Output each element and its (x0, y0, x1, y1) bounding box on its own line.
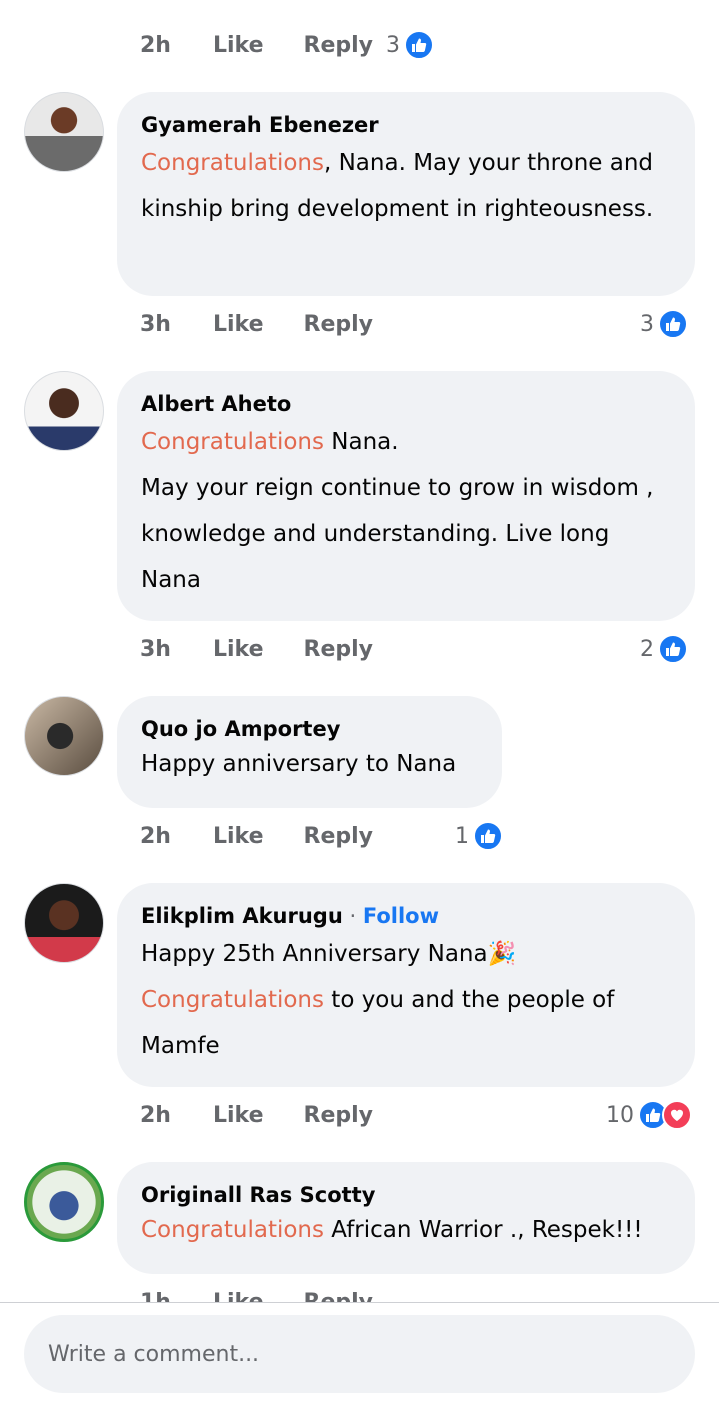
reaction-summary[interactable]: 1 (455, 820, 503, 852)
like-icon (404, 30, 434, 60)
commenter-name[interactable]: Quo jo Amportey (141, 714, 478, 744)
reply-button[interactable]: Reply (304, 824, 374, 849)
hashtag-link[interactable]: Congratulations (141, 429, 324, 455)
comment-bubble: Quo jo Amportey Happy anniversary to Nan… (117, 696, 502, 808)
comment-text: Congratulations African Warrior ., Respe… (141, 1217, 643, 1243)
reaction-count: 3 (640, 311, 654, 337)
comment-composer-bar: Write a comment... (0, 1302, 719, 1404)
avatar[interactable] (24, 696, 104, 776)
like-icon (473, 821, 503, 851)
avatar[interactable] (24, 883, 104, 963)
like-button[interactable]: Like (213, 33, 264, 58)
like-icon (658, 634, 688, 664)
comment-actions: 3h Like Reply (140, 309, 413, 339)
reply-button[interactable]: Reply (304, 1290, 374, 1303)
comments-feed[interactable]: 2h Like Reply 3 Gyamerah Ebenezer Congra… (0, 0, 719, 1302)
like-button[interactable]: Like (213, 1290, 264, 1303)
like-button[interactable]: Like (213, 312, 264, 337)
reply-button[interactable]: Reply (304, 637, 374, 662)
comment-bubble: Albert Aheto Congratulations Nana. May y… (117, 371, 695, 621)
like-button[interactable]: Like (213, 824, 264, 849)
comment-text: Happy 25th Anniversary Nana🎉 (141, 941, 517, 967)
reaction-summary[interactable]: 3 (640, 308, 688, 340)
reaction-count: 1 (455, 823, 469, 849)
comment-bubble: Elikplim Akurugu · Follow Happy 25th Ann… (117, 883, 695, 1087)
reaction-summary[interactable]: 10 (606, 1099, 692, 1131)
comment-actions: 3h Like Reply (140, 634, 413, 664)
reply-button[interactable]: Reply (304, 1103, 374, 1128)
avatar[interactable] (24, 92, 104, 172)
comment-actions: 2h Like Reply (140, 1100, 413, 1130)
reply-button[interactable]: Reply (304, 312, 374, 337)
reaction-count: 2 (640, 636, 654, 662)
commenter-name[interactable]: Albert Aheto (141, 389, 671, 419)
comment-actions: 2h Like Reply (140, 30, 413, 60)
reaction-summary[interactable]: 3 (386, 29, 434, 61)
hashtag-link[interactable]: Congratulations (141, 987, 324, 1013)
follow-button[interactable]: Follow (363, 904, 439, 928)
comment-input-placeholder: Write a comment... (48, 1341, 260, 1367)
love-icon (662, 1100, 692, 1130)
comment-time: 2h (140, 32, 171, 58)
comment-text: Congratulations, Nana. May your throne a… (141, 150, 654, 222)
hashtag-link[interactable]: Congratulations (141, 1217, 324, 1243)
comment-bubble: Gyamerah Ebenezer Congratulations, Nana.… (117, 92, 695, 296)
reaction-count: 10 (606, 1102, 634, 1128)
commenter-name: Elikplim Akurugu · Follow (141, 904, 439, 928)
party-popper-emoji: 🎉 (487, 941, 517, 967)
comment-text: Happy anniversary to Nana (141, 751, 457, 777)
commenter-name[interactable]: Gyamerah Ebenezer (141, 110, 671, 140)
commenter-name[interactable]: Originall Ras Scotty (141, 1180, 671, 1210)
comment-actions: 1h Like Reply (140, 1287, 413, 1303)
comment-time: 3h (140, 636, 171, 662)
like-icon (658, 309, 688, 339)
reaction-summary[interactable]: 2 (640, 633, 688, 665)
comment-time: 2h (140, 823, 171, 849)
like-button[interactable]: Like (213, 637, 264, 662)
comment-time: 3h (140, 311, 171, 337)
comment-actions: 2h Like Reply (140, 821, 413, 851)
comment-text: Congratulations Nana. (141, 429, 399, 455)
avatar[interactable] (24, 1162, 104, 1242)
like-button[interactable]: Like (213, 1103, 264, 1128)
comment-input[interactable]: Write a comment... (24, 1315, 695, 1393)
reply-button[interactable]: Reply (304, 33, 374, 58)
avatar[interactable] (24, 371, 104, 451)
comment-text: Congratulations to you and the people of… (141, 987, 615, 1059)
comment-time: 1h (140, 1289, 171, 1303)
hashtag-link[interactable]: Congratulations (141, 150, 324, 176)
reaction-count: 3 (386, 32, 400, 58)
comment-text: May your reign continue to grow in wisdo… (141, 475, 654, 593)
comment-bubble: Originall Ras Scotty Congratulations Afr… (117, 1162, 695, 1274)
comment-time: 2h (140, 1102, 171, 1128)
